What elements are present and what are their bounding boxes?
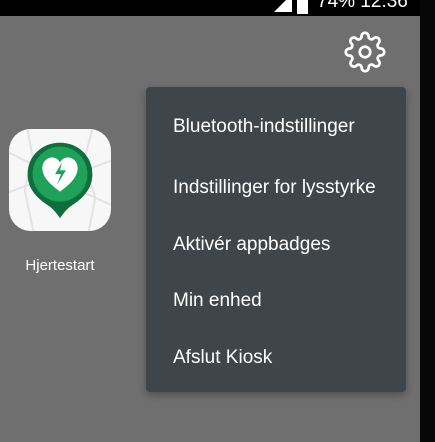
status-bar: 74% 12:36 — [0, 0, 420, 16]
gear-icon[interactable] — [344, 31, 386, 73]
menu-item-my-device[interactable]: Min enhed — [173, 289, 262, 313]
menu-item-enable-app-badges[interactable]: Aktivér appbadges — [173, 233, 330, 257]
status-text: 74% 12:36 — [317, 0, 408, 12]
menu-item-exit-kiosk[interactable]: Afslut Kiosk — [173, 346, 272, 370]
kiosk-screen: 74% 12:36 Hjertestart Bluetooth-indstill… — [0, 0, 420, 442]
app-label[interactable]: Hjertestart — [7, 257, 113, 275]
heart-defibrillator-pin-icon[interactable] — [9, 129, 111, 231]
menu-item-brightness-settings[interactable]: Indstillinger for lysstyrke — [173, 176, 376, 200]
battery-icon — [297, 0, 308, 14]
signal-icon — [274, 0, 292, 12]
menu-item-bluetooth-settings[interactable]: Bluetooth-indstillinger — [173, 115, 355, 139]
overflow-menu: Bluetooth-indstillinger Indstillinger fo… — [146, 87, 406, 392]
device-bezel — [420, 0, 435, 442]
app-tile-hjertestart[interactable]: Hjertestart — [7, 127, 113, 282]
